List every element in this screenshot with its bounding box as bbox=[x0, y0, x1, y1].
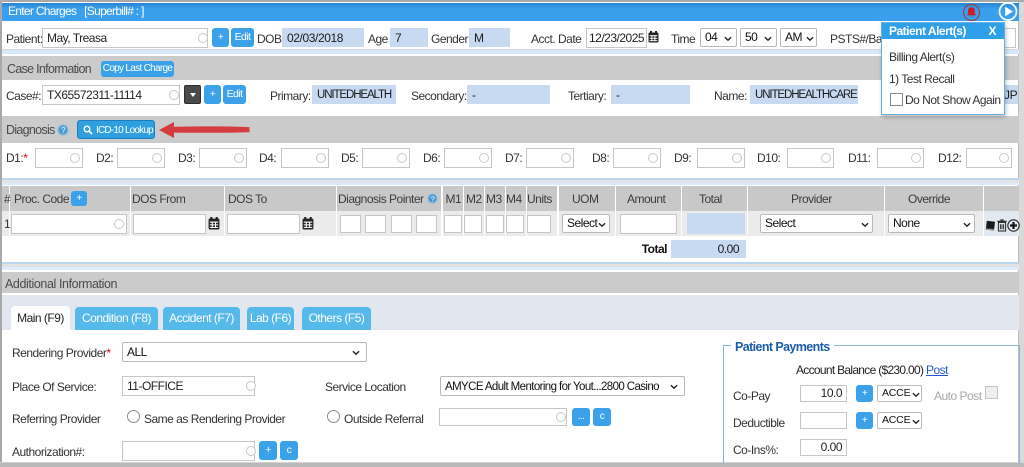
svg-text:?: ? bbox=[431, 194, 435, 203]
